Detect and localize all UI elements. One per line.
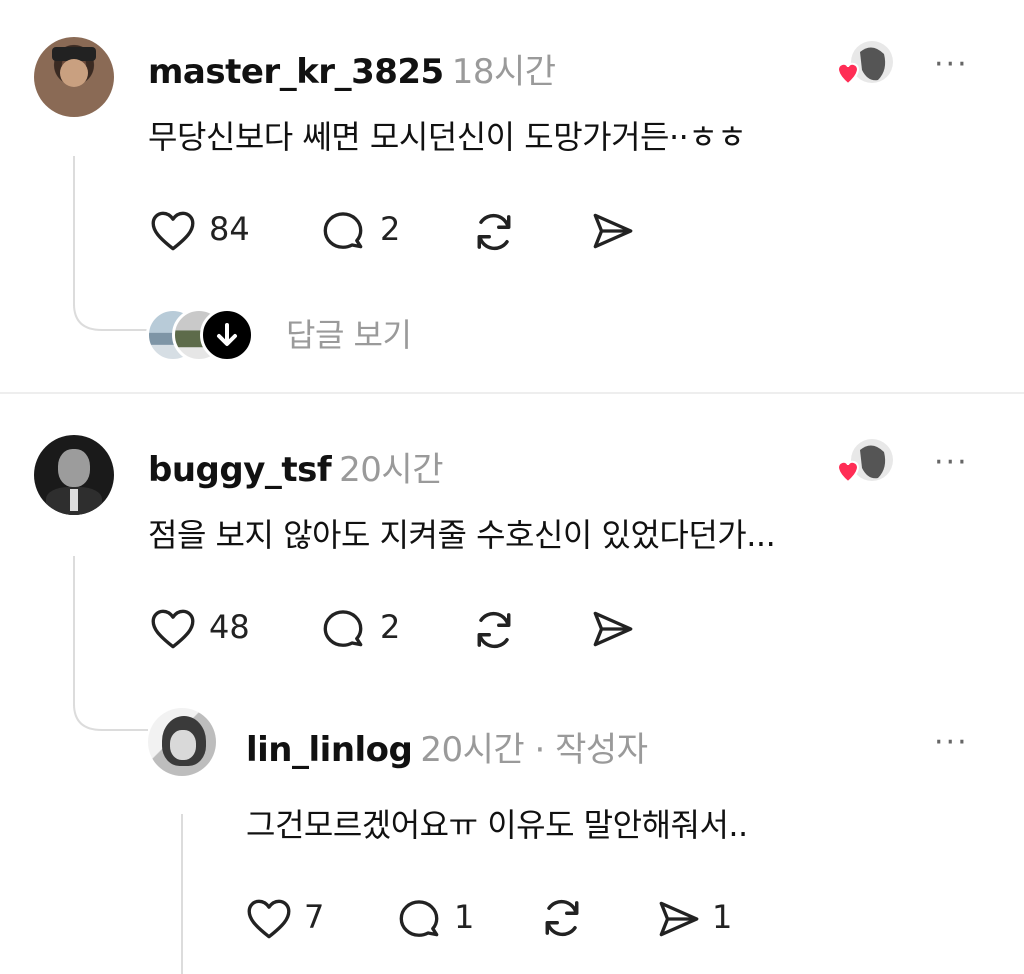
avatar[interactable] [34, 435, 114, 515]
avatar[interactable] [148, 708, 216, 776]
send-icon[interactable] [588, 206, 638, 256]
heart-icon[interactable] [148, 604, 198, 654]
username[interactable]: buggy_tsf 20시간 [148, 442, 443, 491]
username[interactable]: lin_linlog 20시간 · 작성자 [246, 722, 648, 771]
heart-icon[interactable] [148, 206, 198, 256]
like-count: 84 [209, 210, 250, 248]
share-count: 1 [712, 898, 733, 936]
comment-count: 2 [380, 210, 401, 248]
post-text: 점을 보지 않아도 지켜줄 수호신이 있었다던가... [148, 516, 776, 554]
heart-icon[interactable] [244, 894, 294, 944]
like-count: 7 [304, 898, 325, 936]
thread-line [181, 814, 183, 974]
more-dots-icon[interactable]: ··· [934, 728, 969, 758]
timestamp: 18시간 [451, 52, 556, 92]
chevron-down-icon [200, 308, 254, 362]
comment-count: 2 [380, 608, 401, 646]
view-replies-label[interactable]: 답글 보기 [286, 310, 412, 356]
thread-connector [73, 290, 148, 331]
repost-icon[interactable] [468, 206, 520, 258]
send-icon[interactable] [654, 894, 704, 944]
like-count: 48 [209, 608, 250, 646]
thread-line [73, 156, 75, 306]
repost-icon[interactable] [536, 892, 588, 944]
more-dots-icon[interactable]: ··· [934, 448, 969, 478]
avatar[interactable] [34, 37, 114, 117]
thread-connector [73, 690, 148, 731]
timestamp: 20시간 · 작성자 [420, 730, 648, 770]
comment-count: 1 [454, 898, 475, 936]
reply-text: 그건모르겠어요ㅠ 이유도 말안해줘서.. [246, 806, 748, 844]
repost-icon[interactable] [468, 604, 520, 656]
send-icon[interactable] [588, 604, 638, 654]
comment-icon[interactable] [318, 206, 368, 256]
post-text: 무당신보다 쎄면 모시던신이 도망가거든··ㅎㅎ [148, 118, 747, 156]
liked-by-author-badge [837, 439, 893, 484]
thread-line [73, 556, 75, 706]
divider [0, 392, 1024, 394]
comment-icon[interactable] [394, 894, 444, 944]
timestamp: 20시간 [339, 450, 443, 490]
comment-icon[interactable] [318, 604, 368, 654]
more-dots-icon[interactable]: ··· [934, 50, 969, 80]
liked-by-author-badge [837, 41, 893, 86]
username[interactable]: master_kr_3825 18시간 [148, 44, 556, 93]
